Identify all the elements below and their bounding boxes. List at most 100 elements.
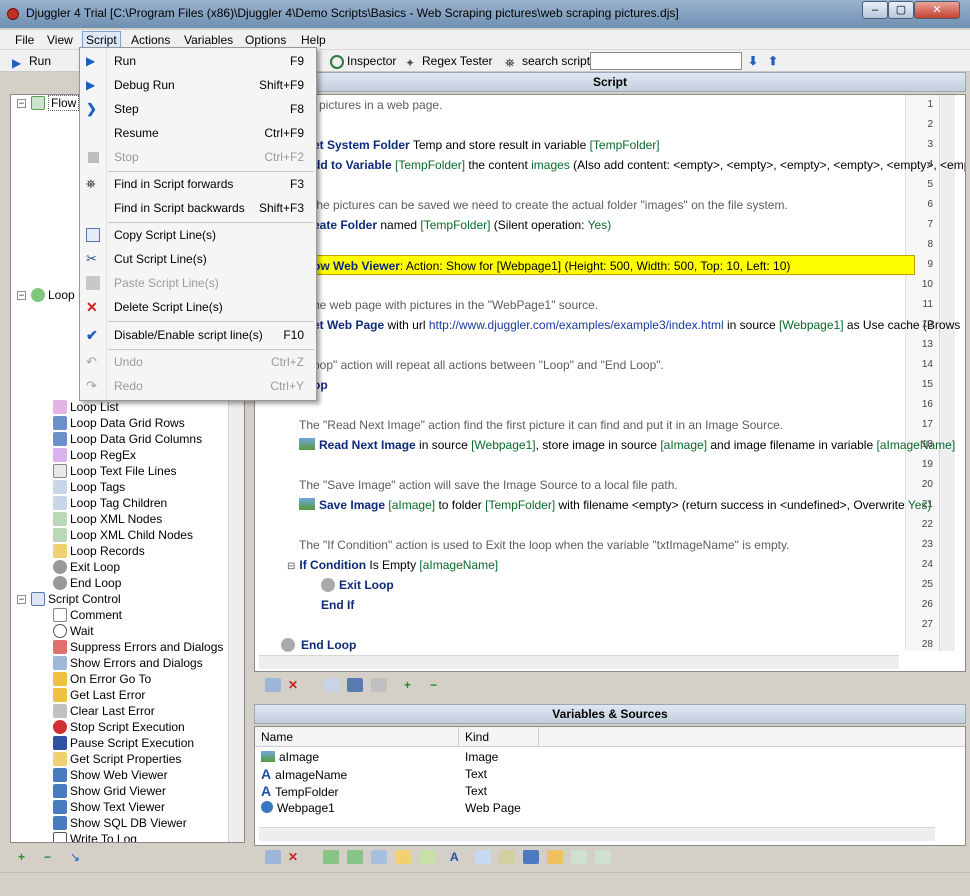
tree-item[interactable]: Show SQL DB Viewer [53, 815, 187, 831]
menu-item-delete[interactable]: ✕ Delete Script Line(s) [80, 296, 316, 318]
tree-item[interactable]: Loop Tags [53, 479, 125, 495]
add-grid-icon[interactable] [371, 850, 387, 864]
menu-item-disable-enable[interactable]: ✔ Disable/Enable script line(s) F10 [80, 324, 316, 346]
menu-file[interactable]: File [12, 32, 37, 48]
add-image-icon[interactable] [419, 850, 435, 864]
script-line[interactable]: Read Next Image in source [Webpage1], st… [299, 435, 955, 455]
loop-expander[interactable]: − [17, 291, 26, 300]
tree-item[interactable]: Loop Data Grid Rows [53, 415, 185, 431]
tree-group-loop[interactable]: Loop [31, 287, 75, 303]
tree-item[interactable]: Write To Log [53, 831, 137, 842]
tree-item[interactable]: Get Last Error [53, 687, 145, 703]
add-folder-icon[interactable] [395, 850, 411, 864]
table-row[interactable]: Webpage1 [261, 800, 335, 817]
script-line[interactable]: eate Folder named [TempFolder] (Silent o… [313, 215, 611, 235]
script-line[interactable]: et Web Page with url http://www.djuggler… [313, 315, 960, 335]
add-source-icon[interactable] [347, 850, 363, 864]
search-up-arrow-icon[interactable]: ⬆ [768, 53, 778, 69]
menu-item-run[interactable]: ▶ Run F9 [80, 50, 316, 72]
menu-item-stop[interactable]: Stop Ctrl+F2 [80, 146, 316, 168]
tree-item[interactable]: On Error Go To [53, 671, 151, 687]
tree-item[interactable]: End Loop [53, 575, 121, 591]
remove-icon[interactable]: − [430, 677, 437, 693]
delete-icon[interactable]: ✕ [288, 677, 298, 693]
tree-item[interactable]: Exit Loop [53, 559, 120, 575]
paste-icon[interactable] [371, 678, 387, 692]
cut-icon[interactable] [347, 678, 363, 692]
tree-item[interactable]: Clear Last Error [53, 703, 155, 719]
script-line[interactable]: oop" action will repeat all actions betw… [313, 355, 664, 375]
tree-item[interactable]: Loop Tag Children [53, 495, 167, 511]
tree-item[interactable]: Loop XML Nodes [53, 511, 162, 527]
script-line[interactable]: The "Save Image" action will save the Im… [299, 475, 678, 495]
tree-item[interactable]: Loop List [53, 399, 119, 415]
menu-variables[interactable]: Variables [181, 32, 236, 48]
tree-item[interactable]: Show Web Viewer [53, 767, 168, 783]
script-line[interactable]: l pictures in a web page. [313, 95, 442, 115]
tree-item[interactable]: Loop RegEx [53, 447, 136, 463]
search-down-arrow-icon[interactable]: ⬇ [748, 53, 758, 69]
menu-item-paste[interactable]: Paste Script Line(s) [80, 272, 316, 294]
script-line[interactable]: et System Folder Temp and store result i… [313, 135, 660, 155]
add-source-icon[interactable] [323, 850, 339, 864]
tree-item[interactable]: Loop Data Grid Columns [53, 431, 202, 447]
inspector-button[interactable]: Inspector [330, 53, 396, 69]
collapse-icon[interactable]: ⊟ [287, 561, 295, 572]
tree-item[interactable]: Comment [53, 607, 122, 623]
table-row[interactable]: A TempFolder [261, 783, 338, 800]
menu-item-find-forwards[interactable]: ⛯ Find in Script forwards F3 [80, 173, 316, 195]
tree-item[interactable]: Loop XML Child Nodes [53, 527, 193, 543]
menu-item-redo[interactable]: ↷ Redo Ctrl+Y [80, 375, 316, 397]
add-icon[interactable]: + [404, 677, 411, 693]
add-date-icon[interactable] [499, 850, 515, 864]
script-line[interactable]: End If [321, 595, 354, 615]
menu-item-find-backwards[interactable]: Find in Script backwards Shift+F3 [80, 197, 316, 219]
column-header-name[interactable]: Name [255, 727, 459, 747]
script-control-expander[interactable]: − [17, 595, 26, 604]
add-web-page-icon[interactable] [523, 850, 539, 864]
insert-icon[interactable]: ↘ [70, 849, 80, 865]
menu-item-copy[interactable]: Copy Script Line(s) [80, 224, 316, 246]
tree-item[interactable]: Loop Records [53, 543, 145, 559]
script-line[interactable]: Exit Loop [321, 575, 394, 595]
add-record-icon[interactable] [595, 850, 611, 864]
script-line-selected[interactable]: ow Web Viewer: Action: Show for [Webpage… [309, 255, 915, 275]
menu-options[interactable]: Options [242, 32, 289, 48]
table-row[interactable]: aImage [261, 749, 319, 766]
run-toolbar-button[interactable]: ▶ Run [12, 53, 51, 70]
properties-icon[interactable] [265, 850, 281, 864]
add-xml-icon[interactable] [571, 850, 587, 864]
minimize-button[interactable]: – [862, 1, 888, 19]
flow-expander[interactable]: − [17, 99, 26, 108]
maximize-button[interactable]: ▢ [888, 1, 914, 19]
remove-icon[interactable]: − [44, 849, 51, 865]
script-line[interactable]: The "If Condition" action is used to Exi… [299, 535, 789, 555]
column-header-kind[interactable]: Kind [459, 727, 539, 747]
menu-item-undo[interactable]: ↶ Undo Ctrl+Z [80, 351, 316, 373]
variables-horizontal-scrollbar[interactable] [259, 827, 935, 841]
add-list-icon[interactable] [547, 850, 563, 864]
menu-item-step[interactable]: ❯ Step F8 [80, 98, 316, 120]
menu-item-resume[interactable]: Resume Ctrl+F9 [80, 122, 316, 144]
copy-icon[interactable] [323, 678, 339, 692]
menu-help[interactable]: Help [298, 32, 329, 48]
menu-actions[interactable]: Actions [128, 32, 173, 48]
table-row[interactable]: AaImageName [261, 766, 347, 783]
tree-item[interactable]: Stop Script Execution [53, 719, 185, 735]
script-line[interactable]: The "Read Next Image" action find the fi… [299, 415, 783, 435]
tree-item[interactable]: Wait [53, 623, 94, 639]
tree-item[interactable]: Show Errors and Dialogs [53, 655, 203, 671]
add-number-icon[interactable] [475, 850, 491, 864]
tree-item[interactable]: Show Grid Viewer [53, 783, 166, 799]
menu-view[interactable]: View [44, 32, 76, 48]
tree-item[interactable]: Loop Text File Lines [53, 463, 177, 479]
script-line[interactable]: ⊟ If Condition Is Empty [aImageName] [287, 555, 498, 575]
script-line[interactable]: he web page with pictures in the "WebPag… [313, 295, 598, 315]
script-line[interactable]: dd to Variable [TempFolder] the content … [313, 155, 965, 175]
script-line[interactable]: the pictures can be saved we need to cre… [313, 195, 788, 215]
menu-item-cut[interactable]: ✂ Cut Script Line(s) [80, 248, 316, 270]
regex-tester-button[interactable]: ✦ Regex Tester [405, 53, 492, 70]
add-icon[interactable]: + [18, 849, 25, 865]
script-horizontal-scrollbar[interactable] [259, 655, 899, 669]
script-vertical-scrollbar[interactable] [939, 95, 955, 651]
